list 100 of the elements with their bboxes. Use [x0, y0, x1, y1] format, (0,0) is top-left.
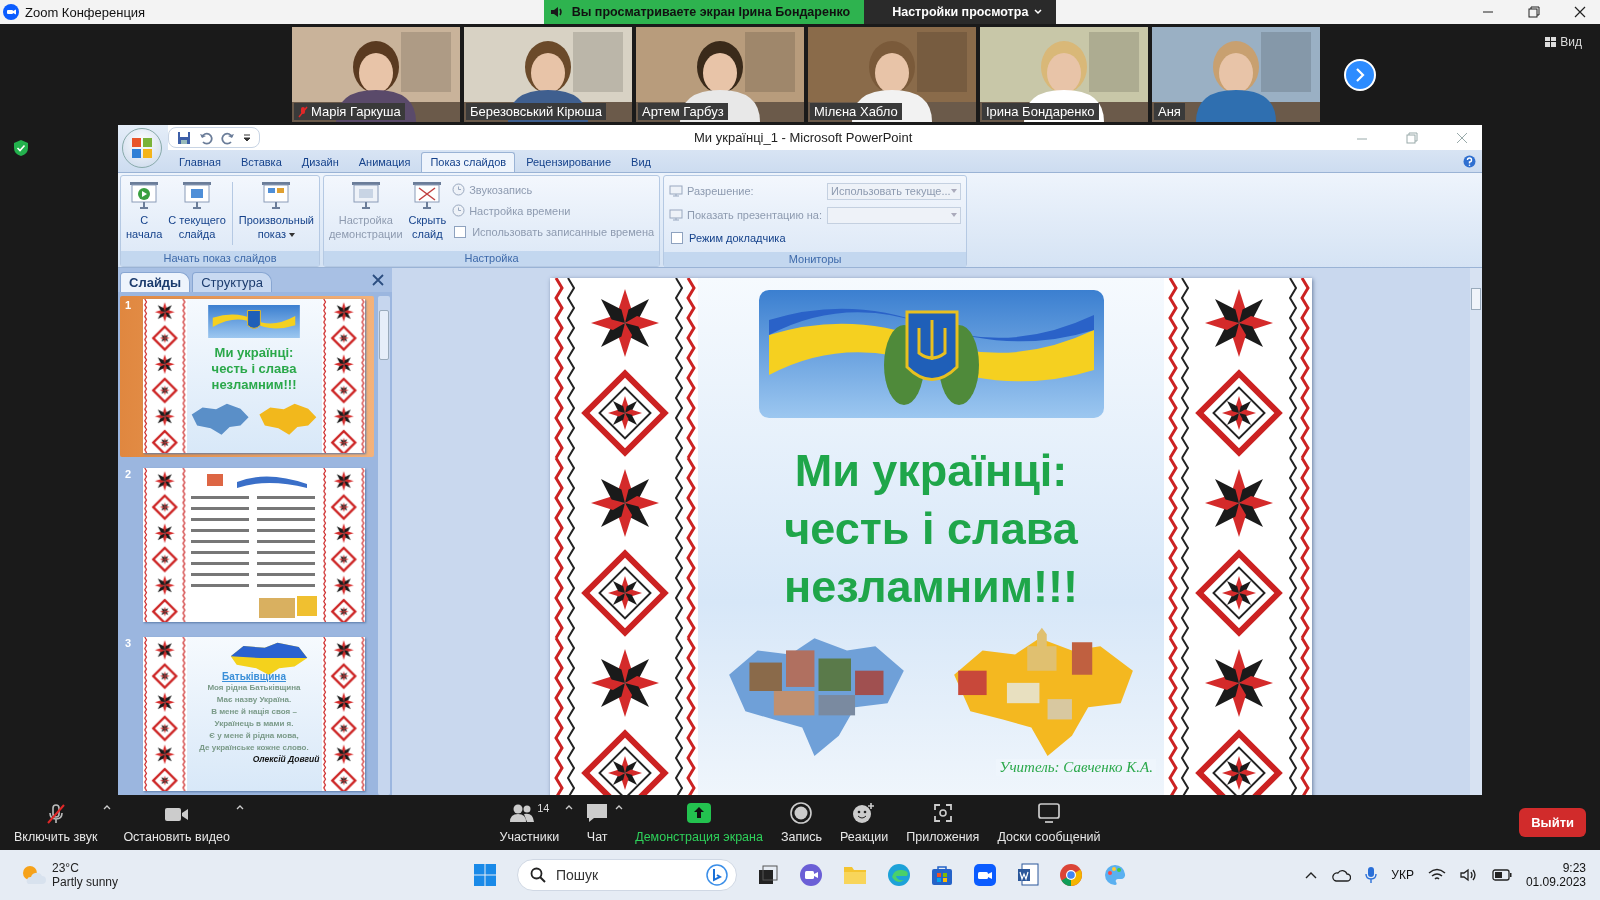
toolbar-button[interactable]: Демонстрация экрана [629, 801, 769, 844]
toolbar-button[interactable]: Остановить видео [117, 801, 236, 844]
chevron-down-icon [1034, 9, 1043, 15]
search-field[interactable]: Пошук [554, 866, 698, 884]
bing-icon[interactable] [706, 864, 728, 886]
ribbon-button[interactable]: С начала [124, 178, 165, 249]
store-icon[interactable] [931, 864, 953, 886]
caret-up-icon[interactable] [565, 804, 574, 810]
ribbon-button[interactable]: С текущего слайда [166, 178, 228, 249]
slide-number: 1 [124, 299, 133, 313]
caret-icon [288, 233, 295, 238]
smiley-plus-icon [852, 801, 877, 824]
toolbar-button[interactable]: Включить звук [8, 801, 104, 844]
next-page-button[interactable] [1344, 58, 1376, 91]
weather-condition: Partly sunny [52, 875, 119, 889]
participant-name: Ірина Бондаренко [986, 104, 1095, 119]
zoom-app-icon[interactable] [973, 863, 997, 887]
ribbon-button[interactable]: Произвольный показ [236, 178, 316, 249]
office-logo-icon [131, 137, 153, 159]
checkbox-option[interactable]: Режим докладчика [669, 229, 962, 247]
chat-bubble-icon [585, 801, 610, 824]
view-button[interactable]: Вид [1539, 34, 1588, 50]
microphone-icon[interactable] [1365, 866, 1378, 884]
customize-caret-icon[interactable] [243, 132, 251, 143]
view-options-button[interactable]: Настройки просмотра [864, 0, 1057, 24]
toolbar-button[interactable]: Запись [774, 801, 828, 844]
office-button[interactable] [122, 128, 162, 168]
redo-icon[interactable] [221, 130, 235, 145]
whiteboard-icon [1036, 801, 1061, 824]
battery-icon[interactable] [1491, 869, 1512, 881]
ribbon-button[interactable]: Скрыть слайд [406, 178, 449, 249]
sharing-text: Вы просматриваете экран Ірина Бондаренко [571, 5, 851, 19]
leave-button[interactable]: Выйти [1519, 808, 1586, 837]
cloud-icon[interactable] [1331, 868, 1352, 882]
windows-start-icon[interactable] [473, 863, 497, 887]
clock-time[interactable]: 9:23 [1562, 861, 1586, 875]
caret-icon [951, 213, 958, 217]
share-screen-icon [686, 801, 713, 824]
caret-up-icon[interactable] [615, 804, 624, 810]
ribbon-tab[interactable]: Вид [622, 152, 660, 172]
scrollbar[interactable] [378, 296, 390, 795]
ribbon-tab[interactable]: Рецензирование [517, 152, 621, 172]
speaker-icon [549, 5, 564, 19]
search-bar[interactable]: Пошук [517, 859, 737, 891]
monitor-icon [669, 185, 684, 197]
dropdown-label: Показать презентацию на: [669, 209, 826, 221]
pane-tab[interactable]: Структура [192, 272, 272, 292]
participant-name: Березовський Кірюша [470, 104, 602, 119]
speaker-icon[interactable] [1459, 868, 1478, 882]
task-view-icon[interactable] [757, 864, 779, 886]
restore-icon[interactable] [1528, 6, 1540, 18]
ribbon-group-label: Настройка [323, 251, 660, 266]
toolbar-button[interactable]: Приложения [900, 801, 986, 844]
toolbar-button[interactable]: Доски сообщений [991, 801, 1107, 844]
search-icon [530, 867, 546, 883]
chrome-browser-icon[interactable] [1059, 863, 1083, 887]
window-title: Ми українці_1 - Microsoft PowerPoint [694, 130, 913, 145]
checkbox[interactable] [671, 232, 684, 244]
ribbon-group-label: Начать показ слайдов [121, 251, 319, 266]
ribbon-tab[interactable]: Анимация [349, 152, 420, 172]
ribbon-tab[interactable]: Дизайн [292, 152, 348, 172]
caret-icon [951, 189, 958, 193]
pane-tab[interactable]: Слайды [120, 272, 191, 292]
close-icon[interactable] [1574, 6, 1586, 18]
toolbar-button[interactable]: 14 Участники [493, 801, 566, 844]
chevron-up-icon[interactable] [1305, 871, 1318, 879]
dropdown-field[interactable] [827, 206, 962, 224]
input-language[interactable]: УКР [1391, 868, 1414, 882]
paint-palette-icon[interactable] [1103, 863, 1127, 887]
ribbon-group-label: Мониторы [664, 252, 967, 267]
ribbon-tab[interactable]: Вставка [231, 152, 291, 172]
apps-icon [931, 801, 954, 824]
clock-icon [452, 204, 466, 217]
poem-text: Моя рідна Батьківщина Має назву Україна. В мене й нація своя – Українець в мами я. Є у мене й рідна мова, Де українське кожне слово. [199, 682, 309, 754]
scrollbar[interactable] [1470, 268, 1482, 795]
poem-heading: Батьківщина [222, 671, 286, 682]
edge-browser-icon[interactable] [887, 863, 911, 887]
presentation-screen-icon [181, 179, 214, 211]
toolbar-button[interactable]: Реакции [833, 801, 895, 844]
shield-icon[interactable] [13, 139, 29, 157]
grid-icon [1545, 37, 1557, 47]
video-chat-icon[interactable] [799, 863, 823, 887]
ribbon-tab[interactable]: Показ слайдов [421, 152, 516, 172]
caret-up-icon[interactable] [235, 804, 244, 810]
poem-author: Олексій Довгий [252, 754, 320, 764]
clock-icon [452, 183, 466, 196]
slide-number: 2 [124, 468, 133, 482]
ribbon-tab[interactable]: Главная [170, 152, 230, 172]
caret-up-icon[interactable] [103, 804, 112, 810]
undo-icon[interactable] [199, 130, 213, 145]
presentation-screen-icon [349, 179, 382, 211]
help-icon[interactable] [1463, 154, 1476, 168]
clock-date[interactable]: 01.09.2023 [1525, 875, 1586, 889]
window-title: Zoom Конференция [25, 4, 146, 20]
wifi-icon[interactable] [1427, 868, 1446, 882]
toolbar-button[interactable]: Чат [579, 801, 616, 844]
document-app-icon[interactable] [1017, 863, 1039, 887]
presentation-screen-icon [411, 179, 444, 211]
participant-count: 14 [537, 801, 550, 814]
save-icon[interactable] [177, 130, 191, 145]
